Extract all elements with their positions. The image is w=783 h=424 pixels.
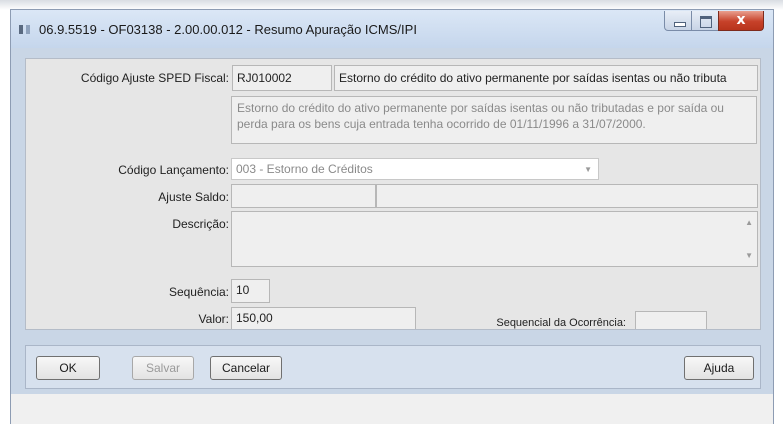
cancel-button[interactable]: Cancelar: [210, 356, 282, 380]
title-bar[interactable]: 06.9.5519 - OF03138 - 2.00.00.012 - Resu…: [11, 10, 773, 48]
descricao-textarea[interactable]: ▲ ▼: [231, 211, 758, 267]
save-button[interactable]: Salvar: [132, 356, 194, 380]
sequencia-field[interactable]: 10: [231, 279, 270, 303]
chevron-down-icon[interactable]: ▼: [584, 165, 592, 174]
ajuste-saldo-code-field[interactable]: [231, 184, 376, 208]
codigo-ajuste-short-desc[interactable]: Estorno do crédito do ativo permanente p…: [334, 65, 758, 91]
codigo-ajuste-label: Código Ajuste SPED Fiscal:: [80, 71, 229, 85]
valor-field[interactable]: 150,00: [231, 307, 416, 329]
minimize-button[interactable]: [664, 11, 692, 31]
descricao-label: Descrição:: [172, 217, 229, 231]
sequencial-ocorrencia-field[interactable]: [635, 311, 707, 329]
sequencial-ocorrencia-label: Sequencial da Ocorrência:: [496, 317, 626, 329]
form-panel: Código Ajuste SPED Fiscal: RJ010002 Esto…: [25, 58, 761, 330]
close-icon: x: [736, 12, 746, 28]
window-footer: [11, 394, 773, 424]
dialog-window: 06.9.5519 - OF03138 - 2.00.00.012 - Resu…: [10, 9, 774, 424]
window-title: 06.9.5519 - OF03138 - 2.00.00.012 - Resu…: [39, 22, 417, 37]
maximize-button[interactable]: [691, 11, 719, 31]
scroll-up-icon[interactable]: ▲: [745, 218, 753, 227]
codigo-lancamento-label: Código Lançamento:: [118, 163, 229, 177]
close-button[interactable]: x: [718, 11, 764, 31]
ajuste-saldo-desc-field[interactable]: [376, 184, 758, 208]
codigo-lancamento-select[interactable]: 003 - Estorno de Créditos ▼: [231, 158, 599, 180]
ajuste-saldo-label: Ajuste Saldo:: [158, 190, 229, 204]
valor-label: Valor:: [198, 312, 229, 326]
scroll-down-icon[interactable]: ▼: [745, 251, 753, 260]
help-button[interactable]: Ajuda: [684, 356, 754, 380]
ok-button[interactable]: OK: [36, 356, 100, 380]
sequencia-label: Sequência:: [168, 285, 229, 299]
codigo-lancamento-value: 003 - Estorno de Créditos: [236, 162, 373, 176]
app-icon: [19, 23, 33, 35]
codigo-ajuste-long-desc: Estorno do crédito do ativo permanente p…: [231, 96, 757, 144]
codigo-ajuste-code-field[interactable]: RJ010002: [232, 65, 332, 91]
button-bar: OK Salvar Cancelar Ajuda: [25, 345, 761, 389]
